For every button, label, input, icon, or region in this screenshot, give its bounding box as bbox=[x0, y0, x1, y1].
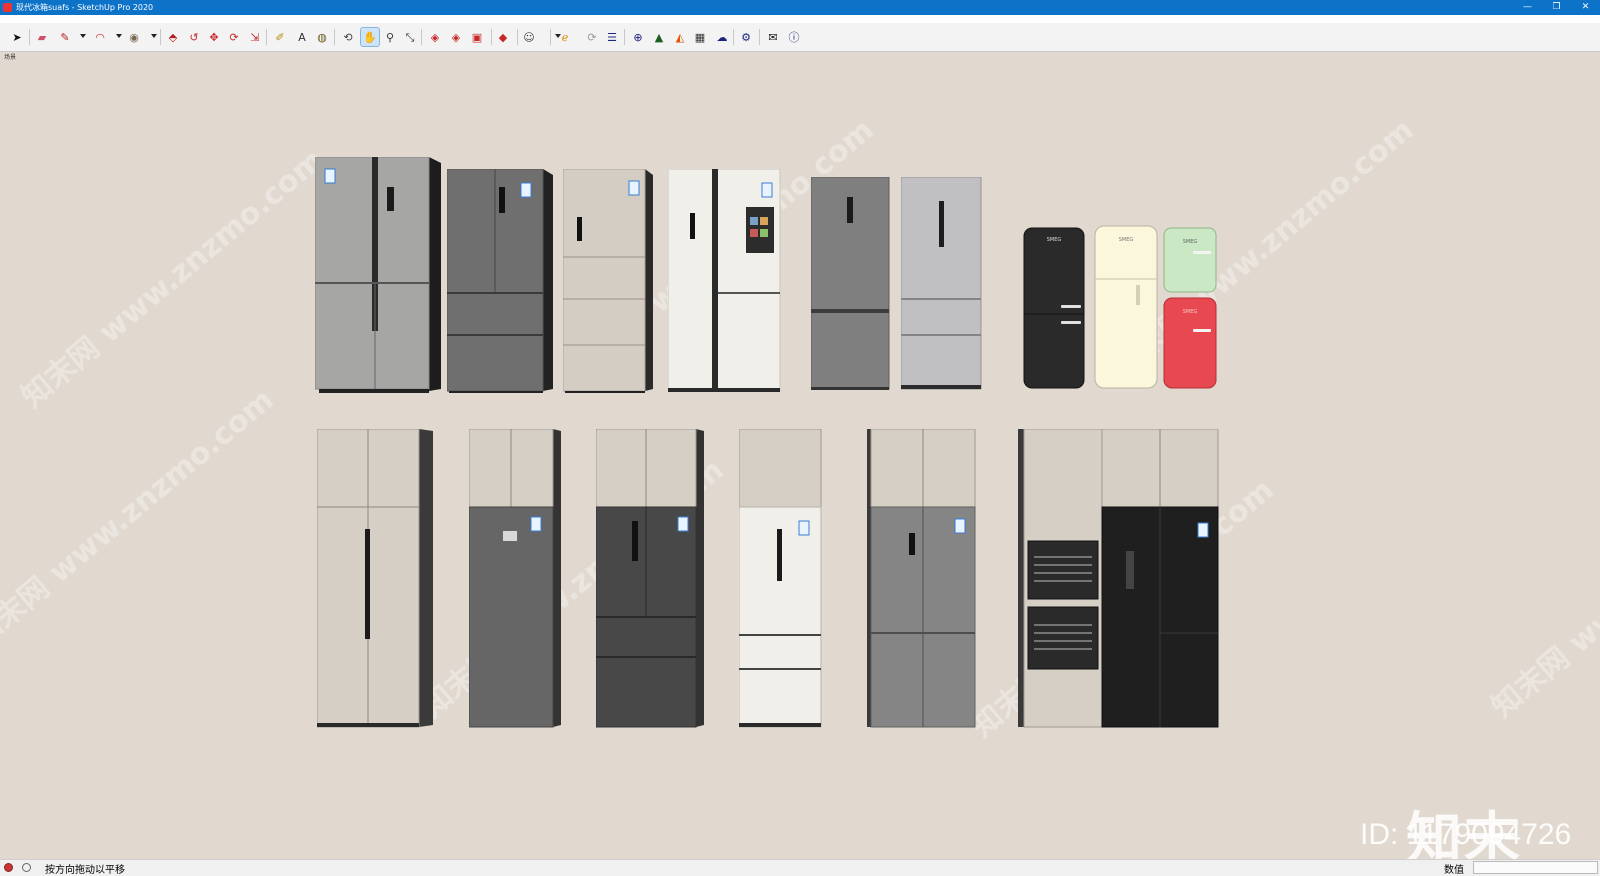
fridge-model[interactable] bbox=[447, 169, 553, 393]
fridge-cabinet-model[interactable] bbox=[867, 429, 979, 729]
restore-button[interactable]: ❐ bbox=[1542, 0, 1571, 15]
resource-id-label: ID: 1179094726 bbox=[1360, 818, 1572, 851]
fridge-model[interactable]: SMEG bbox=[1163, 227, 1217, 293]
toolbar-separator bbox=[517, 29, 518, 45]
paint-bucket-tool-button[interactable]: ◍ bbox=[313, 28, 331, 46]
text-tool-button[interactable]: A bbox=[293, 28, 311, 46]
toolbar-separator bbox=[160, 29, 161, 45]
svg-text:SMEG: SMEG bbox=[1183, 309, 1198, 315]
zoom-extents-tool-button[interactable]: ⤡ bbox=[401, 28, 419, 46]
toolbar-separator bbox=[624, 29, 625, 45]
info-tool-button[interactable]: ⓘ bbox=[785, 28, 803, 46]
refresh-tool-button[interactable]: ⟳ bbox=[583, 28, 601, 46]
tape-measure-tool-button[interactable]: ✐ bbox=[271, 28, 289, 46]
fridge-model[interactable] bbox=[315, 157, 441, 393]
toolbar-separator bbox=[733, 29, 734, 45]
toolbar-separator bbox=[550, 29, 551, 45]
chevron-down-icon[interactable] bbox=[151, 34, 157, 38]
arc-tool-button[interactable]: ◠ bbox=[91, 28, 109, 46]
svg-text:SMEG: SMEG bbox=[1047, 237, 1062, 243]
toolbar-separator bbox=[29, 29, 30, 45]
toolbar-separator bbox=[421, 29, 422, 45]
move-tool-button[interactable]: ✥ bbox=[205, 28, 223, 46]
send-to-layout-tool-button[interactable]: ▣ bbox=[468, 28, 486, 46]
extension-warehouse-tool-button[interactable]: ◈ bbox=[447, 28, 465, 46]
extension-manager-tool-button[interactable]: ◆ bbox=[494, 28, 512, 46]
checker-tool-button[interactable]: ▦ bbox=[691, 28, 709, 46]
toolbar-separator bbox=[266, 29, 267, 45]
close-button[interactable]: ✕ bbox=[1571, 0, 1600, 15]
fridge-model[interactable]: SMEG bbox=[1094, 225, 1158, 391]
pan-tool-button[interactable]: ✋ bbox=[360, 27, 380, 47]
layers-tool-button[interactable]: ☰ bbox=[603, 28, 621, 46]
model-viewport[interactable]: 知末网 www.znzmo.com 知末网 www.znzmo.com 知末网 … bbox=[0, 52, 1600, 872]
scale-tool-button[interactable]: ⇲ bbox=[246, 28, 264, 46]
shape-tool-button[interactable]: ◉ bbox=[125, 28, 143, 46]
add-tool-button[interactable]: ⊕ bbox=[629, 28, 647, 46]
toolbar: ➤ ▰ ✎ ◠ ◉ ⬘ ↺ ✥ ⟳ ⇲ ✐ A ◍ ⟲ ✋ ⚲ ⤡ ◈ ◈ ▣ ◆ ☺ ℯ ⟳ ☰ ⊕ ▲ ◭ ▦ ☁ ⚙ ✉ ⓘ bbox=[0, 23, 1600, 52]
sketchup-app-icon bbox=[3, 3, 12, 12]
geo-location-icon[interactable] bbox=[4, 863, 13, 872]
chevron-down-icon[interactable] bbox=[80, 34, 86, 38]
cloud-tool-button[interactable]: ☁ bbox=[713, 28, 731, 46]
window-controls: — ❐ ✕ bbox=[1513, 0, 1600, 15]
select-tool-button[interactable]: ➤ bbox=[8, 28, 26, 46]
fridge-cabinet-model[interactable] bbox=[1018, 429, 1220, 729]
menu-bar bbox=[0, 15, 1600, 23]
toolbar-separator bbox=[491, 29, 492, 45]
fridge-cabinet-model[interactable] bbox=[596, 429, 704, 729]
fridge-model[interactable]: SMEG bbox=[1023, 227, 1085, 391]
terrain-tool-button[interactable]: ◭ bbox=[671, 28, 689, 46]
toolbar-separator bbox=[759, 29, 760, 45]
fridge-model[interactable]: SMEG bbox=[1163, 297, 1217, 391]
account-tool-button[interactable]: ☺ bbox=[520, 28, 538, 46]
warehouse-tool-button[interactable]: ◈ bbox=[426, 28, 444, 46]
fridge-model[interactable] bbox=[668, 169, 782, 393]
follow-me-tool-button[interactable]: ↺ bbox=[185, 28, 203, 46]
watermark-text: 知末网 www.znzmo.com bbox=[15, 142, 331, 415]
fridge-model[interactable] bbox=[563, 169, 653, 393]
measurements-input[interactable] bbox=[1473, 861, 1598, 874]
title-bar: 现代冰箱suafs - SketchUp Pro 2020 — ❐ ✕ bbox=[0, 0, 1600, 15]
svg-text:SMEG: SMEG bbox=[1119, 237, 1134, 243]
eraser-tool-button[interactable]: ▰ bbox=[33, 28, 51, 46]
minimize-button[interactable]: — bbox=[1513, 0, 1542, 15]
watermark-text: 知末网 www.znzmo.com bbox=[1485, 452, 1600, 725]
settings-tool-button[interactable]: ⚙ bbox=[737, 28, 755, 46]
fridge-model[interactable] bbox=[811, 177, 891, 391]
svg-text:SMEG: SMEG bbox=[1183, 239, 1198, 245]
rotate-tool-button[interactable]: ⟳ bbox=[225, 28, 243, 46]
chevron-down-icon[interactable] bbox=[116, 34, 122, 38]
status-bar: 按方向拖动以平移 数值 bbox=[0, 859, 1600, 876]
fridge-cabinet-model[interactable] bbox=[739, 429, 825, 729]
mail-tool-button[interactable]: ✉ bbox=[764, 28, 782, 46]
toolbar-separator bbox=[334, 29, 335, 45]
window-title: 现代冰箱suafs - SketchUp Pro 2020 bbox=[16, 3, 154, 12]
watermark-text: 知末网 www.znzmo.com bbox=[0, 382, 281, 655]
status-message: 按方向拖动以平移 bbox=[45, 865, 125, 876]
line-tool-button[interactable]: ✎ bbox=[56, 28, 74, 46]
fridge-cabinet-model[interactable] bbox=[317, 429, 433, 729]
push-pull-tool-button[interactable]: ⬘ bbox=[164, 28, 182, 46]
chevron-down-icon[interactable] bbox=[555, 34, 561, 38]
info-icon[interactable] bbox=[22, 863, 31, 872]
orbit-tool-button[interactable]: ⟲ bbox=[339, 28, 357, 46]
measurements-label: 数值 bbox=[1444, 865, 1464, 876]
tree-tool-button[interactable]: ▲ bbox=[650, 28, 668, 46]
fridge-cabinet-model[interactable] bbox=[469, 429, 561, 729]
fridge-model[interactable] bbox=[901, 177, 983, 391]
zoom-tool-button[interactable]: ⚲ bbox=[381, 28, 399, 46]
